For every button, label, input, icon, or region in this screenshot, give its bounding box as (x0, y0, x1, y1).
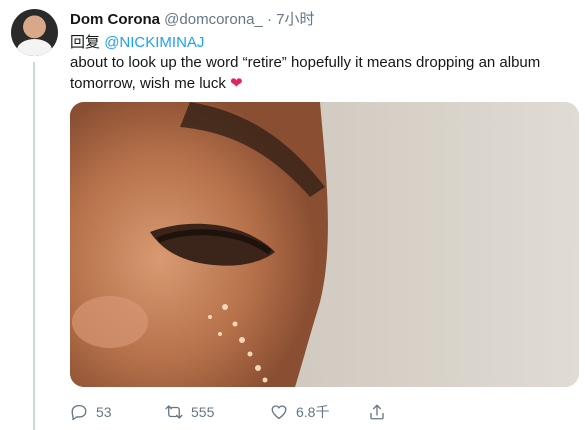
photo-illustration (70, 102, 579, 387)
reply-mention-link[interactable]: @NICKIMINAJ (104, 34, 204, 51)
author-handle[interactable]: @domcorona_ (164, 11, 263, 28)
avatar[interactable] (11, 9, 58, 56)
tweet-header: Dom Corona @domcorona_ · 7小时 (70, 11, 314, 29)
retweet-count: 555 (191, 404, 215, 420)
reply-context: 回复 @NICKIMINAJ (70, 34, 204, 52)
share-icon (370, 404, 384, 420)
tweet-photo[interactable] (70, 102, 579, 387)
tweet-text: about to look up the word “retire” hopef… (70, 52, 570, 94)
thread-line (33, 62, 35, 430)
reply-icon (71, 404, 87, 421)
retweet-button[interactable]: 555 (165, 401, 214, 423)
avatar-shirt (17, 39, 52, 56)
reply-button[interactable]: 53 (70, 401, 112, 423)
retweet-icon (165, 405, 183, 419)
like-count: 6.8千 (296, 404, 330, 420)
reply-prefix: 回复 (70, 34, 101, 51)
reply-count: 53 (96, 404, 112, 420)
share-button[interactable] (368, 401, 386, 423)
tweet-time[interactable]: 7小时 (276, 11, 314, 28)
like-icon (271, 405, 287, 420)
separator-dot: · (266, 11, 272, 28)
heart-emoji: ❤ (230, 75, 243, 92)
tweet-body: about to look up the word “retire” hopef… (70, 54, 541, 92)
like-button[interactable]: 6.8千 (270, 401, 329, 423)
author-name[interactable]: Dom Corona (70, 11, 160, 28)
tweet-actions: 53 555 6.8千 (70, 401, 400, 423)
